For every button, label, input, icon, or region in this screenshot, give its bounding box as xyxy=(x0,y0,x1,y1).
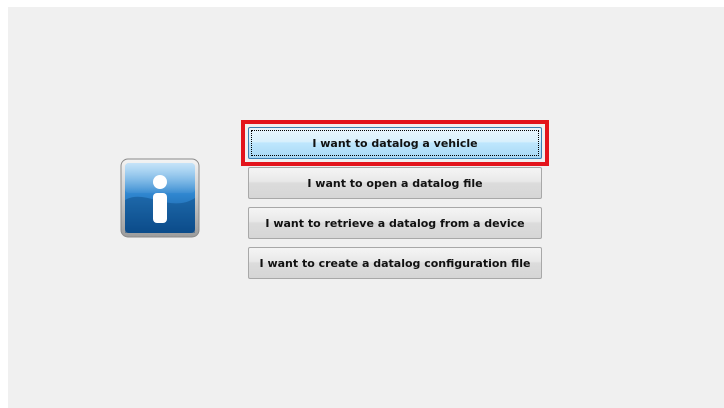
info-icon-graphic xyxy=(120,158,200,238)
open-datalog-file-button[interactable]: I want to open a datalog file xyxy=(248,167,542,199)
datalog-vehicle-button[interactable]: I want to datalog a vehicle xyxy=(248,127,542,159)
create-datalog-config-button[interactable]: I want to create a datalog configuration… xyxy=(248,247,542,279)
retrieve-datalog-button[interactable]: I want to retrieve a datalog from a devi… xyxy=(248,207,542,239)
info-icon xyxy=(120,158,200,238)
